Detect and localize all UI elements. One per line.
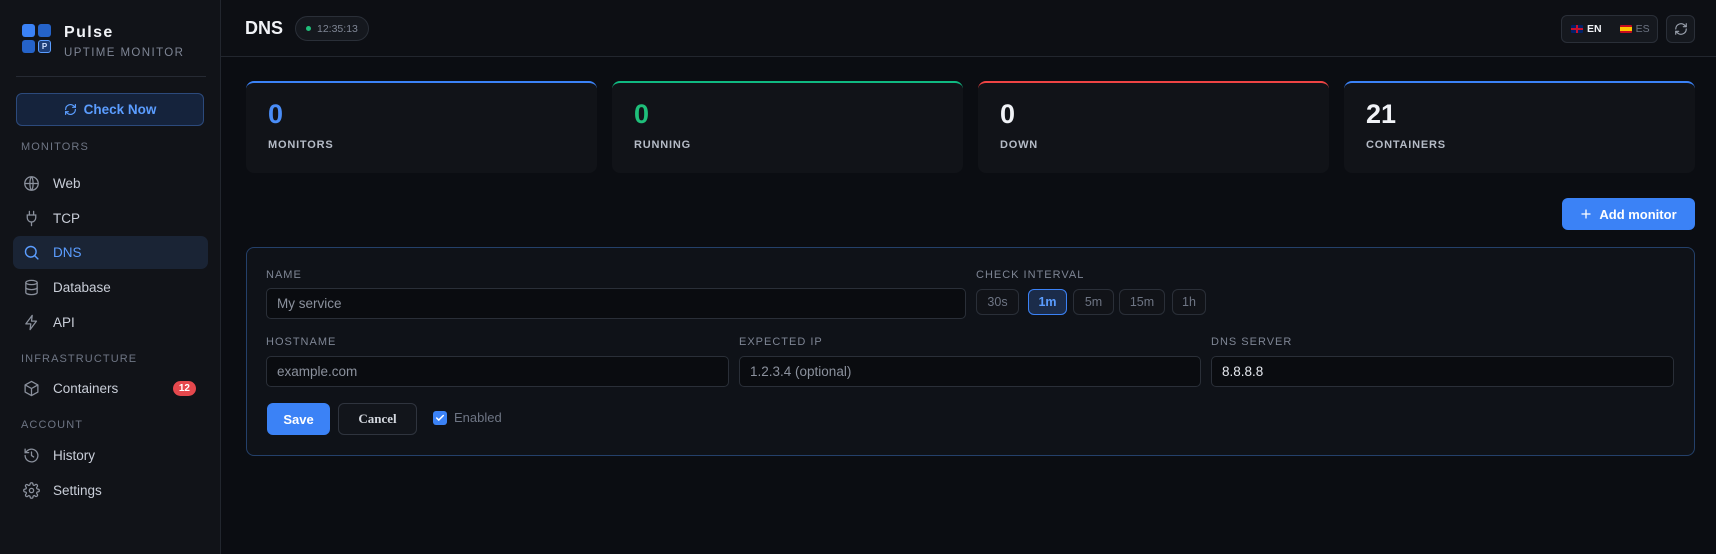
language-en-label: EN [1587, 23, 1602, 35]
language-en-button[interactable]: EN [1562, 16, 1611, 42]
brand-subtitle: UPTIME MONITOR [64, 47, 185, 59]
add-monitor-button[interactable]: Add monitor [1562, 198, 1695, 230]
stat-value-containers: 21 [1366, 99, 1397, 129]
pulse-logo-icon: P [22, 24, 52, 54]
interval-1h-option[interactable]: 1h [1172, 289, 1206, 315]
section-label-account: ACCOUNT [21, 419, 84, 431]
stat-card-containers: 21 CONTAINERS [1344, 81, 1695, 173]
uk-flag-icon [1571, 25, 1583, 33]
box-icon [23, 380, 40, 397]
history-icon [23, 447, 40, 464]
clock-badge: 12:35:13 [295, 16, 369, 41]
sidebar-item-api[interactable]: API [13, 306, 208, 339]
sidebar-item-history[interactable]: History [13, 439, 208, 472]
search-icon [23, 244, 40, 261]
gear-icon [23, 482, 40, 499]
globe-icon [23, 175, 40, 192]
lightning-icon [23, 314, 40, 331]
section-label-monitors: MONITORS [21, 141, 89, 153]
sidebar-item-label: Settings [53, 483, 102, 498]
interval-30s-option[interactable]: 30s [976, 289, 1019, 315]
hostname-input[interactable] [266, 356, 729, 387]
stat-label-containers: CONTAINERS [1366, 139, 1446, 151]
sidebar-item-label: Web [53, 176, 81, 191]
status-dot-icon [306, 26, 311, 31]
sidebar-item-dns[interactable]: DNS [13, 236, 208, 269]
language-es-label: ES [1635, 23, 1650, 35]
enabled-toggle[interactable]: Enabled [433, 410, 502, 425]
expected-ip-label: EXPECTED IP [739, 336, 823, 348]
sidebar-divider [16, 76, 206, 77]
sidebar: P Pulse UPTIME MONITOR Check Now MONITOR… [0, 0, 221, 554]
page-title: DNS [245, 18, 284, 38]
dns-server-label: DNS SERVER [1211, 336, 1293, 348]
monitor-form: NAME CHECK INTERVAL 30s 1m 5m 15m 1h HOS… [246, 247, 1695, 456]
stat-card-down: 0 DOWN [978, 81, 1329, 173]
containers-count-badge: 12 [172, 381, 196, 396]
interval-5m-option[interactable]: 5m [1073, 289, 1114, 315]
save-button[interactable]: Save [267, 403, 330, 435]
sidebar-item-label: Database [53, 280, 111, 295]
refresh-icon [1674, 22, 1688, 36]
brand-name: Pulse [64, 24, 114, 41]
stat-value-down: 0 [1000, 99, 1016, 129]
plug-icon [23, 210, 40, 227]
enabled-checkbox[interactable] [433, 410, 447, 425]
cancel-button[interactable]: Cancel [338, 403, 417, 435]
stat-value-running: 0 [634, 99, 650, 129]
plus-icon [1580, 208, 1592, 220]
brand: P Pulse UPTIME MONITOR [22, 24, 184, 60]
stat-value-monitors: 0 [268, 99, 284, 129]
refresh-icon [64, 103, 77, 116]
sidebar-item-label: Containers [53, 381, 119, 396]
sidebar-item-tcp[interactable]: TCP [13, 202, 208, 235]
clock-time: 12:35:13 [317, 22, 358, 35]
stat-label-down: DOWN [1000, 139, 1039, 151]
sidebar-item-label: API [53, 315, 75, 330]
stat-label-running: RUNNING [634, 139, 691, 151]
check-now-label: Check Now [83, 102, 157, 117]
sidebar-item-label: DNS [53, 245, 82, 260]
enabled-label: Enabled [454, 410, 502, 425]
language-switcher: EN ES [1561, 15, 1658, 43]
sidebar-item-settings[interactable]: Settings [13, 474, 208, 507]
dns-server-input[interactable] [1211, 356, 1674, 387]
expected-ip-input[interactable] [739, 356, 1201, 387]
name-label: NAME [266, 269, 302, 281]
top-bar: DNS 12:35:13 EN ES [221, 0, 1716, 57]
hostname-label: HOSTNAME [266, 336, 337, 348]
interval-15m-option[interactable]: 15m [1119, 289, 1165, 315]
name-input[interactable] [266, 288, 966, 319]
sidebar-item-web[interactable]: Web [13, 167, 208, 200]
language-es-button[interactable]: ES [1611, 16, 1659, 42]
sidebar-item-database[interactable]: Database [13, 271, 208, 304]
stat-label-monitors: MONITORS [268, 139, 334, 151]
stat-card-running: 0 RUNNING [612, 81, 963, 173]
spain-flag-icon [1619, 25, 1632, 33]
sidebar-item-containers[interactable]: Containers 12 [13, 372, 208, 405]
database-icon [23, 279, 40, 296]
interval-1m-option[interactable]: 1m [1028, 289, 1067, 315]
sidebar-item-label: History [53, 448, 96, 463]
refresh-button[interactable] [1666, 15, 1695, 43]
sidebar-item-label: TCP [53, 211, 80, 226]
add-monitor-label: Add monitor [1599, 206, 1677, 222]
check-now-button[interactable]: Check Now [16, 93, 204, 126]
section-label-infrastructure: INFRASTRUCTURE [21, 353, 138, 365]
check-interval-label: CHECK INTERVAL [976, 269, 1085, 281]
stat-card-monitors: 0 MONITORS [246, 81, 597, 173]
